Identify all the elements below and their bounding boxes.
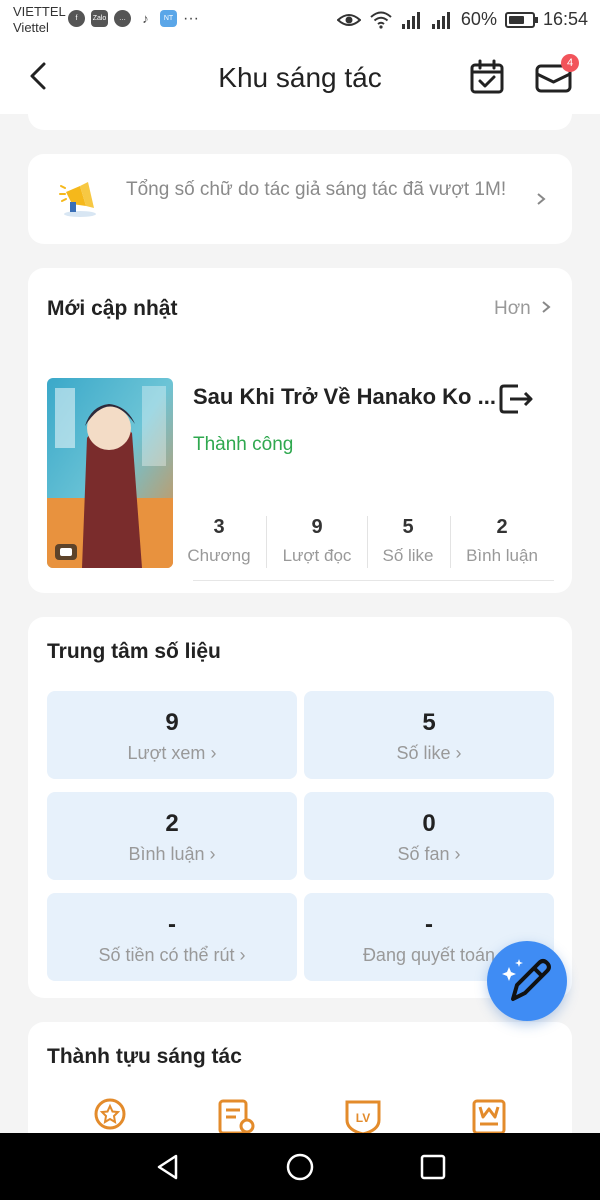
chevron-right-icon: › — [454, 844, 461, 864]
recents-square-icon[interactable] — [420, 1154, 446, 1180]
stat-label: Bình luận — [466, 546, 538, 565]
battery-icon — [504, 11, 538, 28]
previous-card — [28, 98, 572, 130]
tile-label: Số tiền có thể rút › — [47, 945, 297, 966]
publish-status: Thành công — [193, 434, 294, 455]
chevron-right-icon: › — [209, 844, 216, 864]
page-title: Khu sáng tác — [218, 62, 382, 93]
chevron-right-icon: › — [210, 743, 217, 763]
chevron-right-icon: › — [239, 945, 246, 965]
word-count-icon[interactable] — [470, 1098, 510, 1134]
stat-value: 3 — [213, 516, 225, 538]
stat-chapters: 3 Chương — [180, 516, 258, 566]
zalo-icon: Zalo — [91, 10, 108, 27]
tile-value: 5 — [422, 709, 436, 736]
tile-label: Bình luận › — [47, 844, 297, 865]
svg-text:LV: LV — [356, 1111, 370, 1125]
stat-label: Số like — [382, 546, 434, 565]
divider — [193, 580, 554, 581]
stat-comments: 2 Bình luận — [458, 516, 546, 566]
chevron-right-icon: › — [455, 743, 462, 763]
stat-value: 2 — [496, 516, 508, 538]
recent-updates-card: Mới cập nhật Hơn Sau Khi Trở Về Hanako K… — [28, 268, 572, 593]
chat-icon: … — [114, 10, 131, 27]
tile-label-text: Số fan — [397, 844, 450, 864]
tile-views[interactable]: 9 Lượt xem › — [47, 691, 297, 779]
tile-value: - — [168, 911, 176, 938]
tile-value: 0 — [422, 810, 436, 837]
book-title[interactable]: Sau Khi Trở Về Hanako Ko ... — [193, 384, 496, 410]
tile-label: Lượt xem › — [47, 743, 297, 764]
clock: 16:54 — [542, 9, 588, 29]
tile-value: 2 — [165, 810, 179, 837]
signal-icon — [401, 11, 420, 29]
tile-comments[interactable]: 2 Bình luận › — [47, 792, 297, 880]
wifi-icon — [370, 11, 392, 29]
home-circle-icon[interactable] — [285, 1152, 315, 1182]
system-indicators: 60% 16:54 — [336, 9, 588, 30]
more-label: Hơn — [493, 298, 531, 319]
tile-label: Số like › — [304, 743, 554, 764]
stat-label: Chương — [187, 546, 251, 565]
signal-icon — [431, 11, 450, 29]
stat-likes: 5 Số like — [373, 516, 443, 566]
divider — [450, 516, 451, 568]
tiktok-icon: ♪ — [142, 11, 149, 26]
medal-icon[interactable] — [90, 1098, 130, 1134]
back-triangle-icon[interactable] — [154, 1153, 182, 1181]
battery-percent: 60% — [460, 9, 497, 29]
mail-badge: 4 — [561, 54, 579, 72]
section-title: Thành tựu sáng tác — [47, 1045, 242, 1068]
cover-art — [47, 378, 173, 568]
milestone-notice[interactable]: Tổng số chữ do tác giả sáng tác đã vượt … — [28, 154, 572, 244]
eye-icon — [336, 13, 361, 26]
tile-likes[interactable]: 5 Số like › — [304, 691, 554, 779]
status-bar: VIETTEL Viettel f Zalo … ♪ NT ··· 60% 16… — [0, 0, 600, 40]
stat-reads: 9 Lượt đọc — [274, 516, 360, 566]
megaphone-icon — [59, 182, 96, 217]
notice-text: Tổng số chữ do tác giả sáng tác đã vượt … — [126, 179, 507, 200]
tile-label-text: Bình luận — [128, 844, 205, 864]
tile-label-text: Lượt xem — [127, 743, 206, 763]
stat-label: Lượt đọc — [282, 546, 352, 565]
carrier-label: VIETTEL Viettel — [13, 4, 66, 35]
divider — [367, 516, 368, 568]
tile-label-text: Số tiền có thể rút — [98, 945, 235, 965]
section-title: Trung tâm số liệu — [47, 640, 221, 663]
tile-value: 9 — [165, 709, 179, 736]
novel-toon-icon: NT — [160, 10, 177, 27]
tile-fans[interactable]: 0 Số fan › — [304, 792, 554, 880]
pen-sparkle-icon — [502, 959, 551, 1001]
notification-icons: f Zalo … ♪ NT ··· — [68, 10, 199, 27]
stat-value: 9 — [311, 516, 323, 538]
divider — [266, 516, 267, 568]
chevron-right-icon — [537, 193, 546, 205]
write-fab-button[interactable] — [487, 941, 567, 1021]
system-nav-bar — [0, 1133, 600, 1200]
more-notifications-icon: ··· — [183, 9, 199, 27]
tile-label-text: Số like — [396, 743, 451, 763]
section-title: Mới cập nhật — [47, 297, 178, 320]
export-icon[interactable] — [498, 382, 534, 416]
tile-value: - — [425, 911, 433, 938]
more-link[interactable]: Hơn — [494, 298, 552, 320]
tile-label: Số fan › — [304, 844, 554, 865]
tile-label-text: Đang quyết toán — [362, 945, 496, 965]
facebook-icon: f — [68, 10, 85, 27]
level-badge-icon[interactable]: LV — [343, 1098, 383, 1134]
chevron-right-icon — [542, 301, 551, 313]
calendar-check-icon[interactable] — [468, 58, 506, 96]
tile-withdrawable[interactable]: - Số tiền có thể rút › — [47, 893, 297, 981]
book-cover[interactable] — [47, 378, 173, 568]
stat-value: 5 — [402, 516, 414, 538]
document-badge-icon[interactable] — [216, 1098, 256, 1134]
